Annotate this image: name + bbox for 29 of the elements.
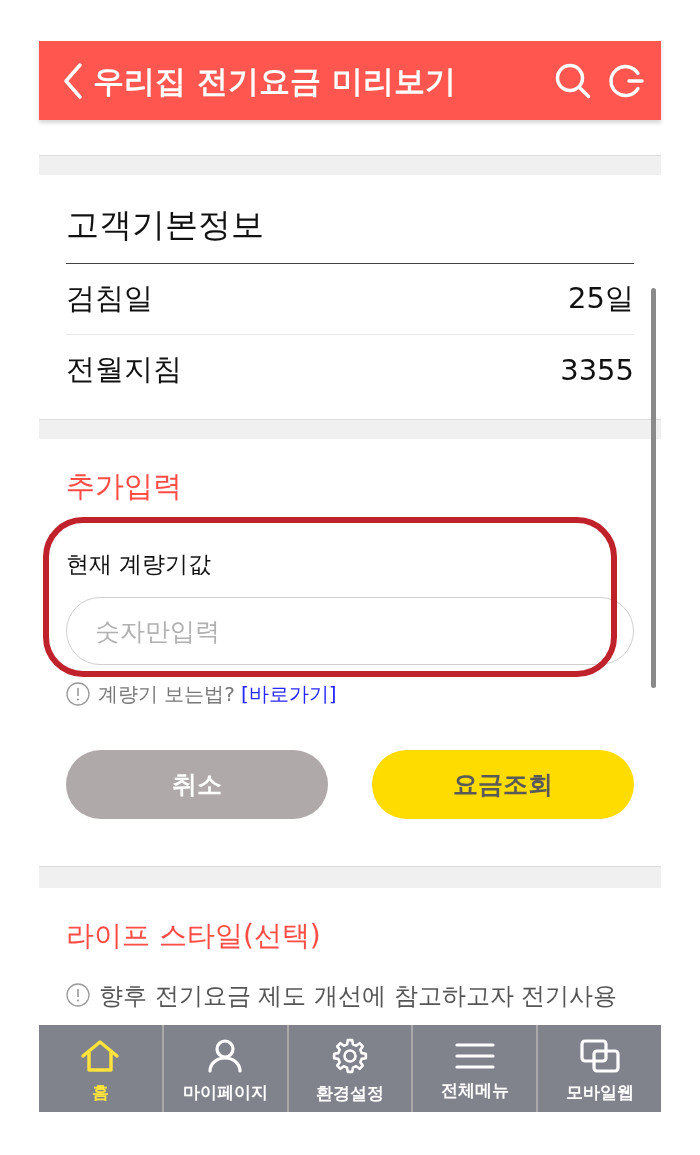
settings-icon: [330, 1037, 370, 1074]
logout-icon[interactable]: [608, 62, 644, 99]
cancel-button[interactable]: 취소: [66, 750, 328, 819]
page-title: 우리집 전기요금 미리보기: [93, 61, 457, 101]
section-title: 추가입력: [66, 468, 182, 505]
shortcut-link[interactable]: [바로가기]: [241, 680, 337, 708]
info-value: 3355: [560, 353, 634, 387]
section-title: 라이프 스타일(선택): [66, 918, 321, 954]
nav-tab[interactable]: 홈: [39, 1025, 162, 1112]
info-label: 전월지침: [66, 351, 182, 388]
overlapping-squares-icon: [579, 1038, 620, 1073]
info-label: 검침일: [66, 280, 153, 317]
help-text: 계량기 보는법?: [98, 681, 235, 708]
submit-button[interactable]: 요금조회: [372, 750, 634, 819]
nav-tab[interactable]: 환경설정: [286, 1025, 412, 1112]
exclamation-circle-icon: [66, 682, 90, 706]
menu-icon: [454, 1040, 495, 1071]
nav-tab[interactable]: 마이페이지: [161, 1025, 287, 1112]
home-icon: [80, 1038, 121, 1073]
info-value: 25일: [568, 280, 634, 317]
nav-tab[interactable]: 전체메뉴: [411, 1025, 537, 1112]
nav-tab[interactable]: 모바일웹: [536, 1025, 661, 1112]
search-icon[interactable]: [555, 62, 591, 99]
section-title: 고객기본정보: [66, 204, 264, 246]
back-icon[interactable]: [63, 62, 83, 99]
exclamation-circle-icon: [66, 983, 90, 1007]
field-label: 현재 계량기값: [66, 550, 212, 579]
notice-text: 향후 전기요금 제도 개선에 참고하고자 전기사용: [99, 981, 618, 1012]
input-field[interactable]: 숫자만입력: [66, 597, 634, 665]
